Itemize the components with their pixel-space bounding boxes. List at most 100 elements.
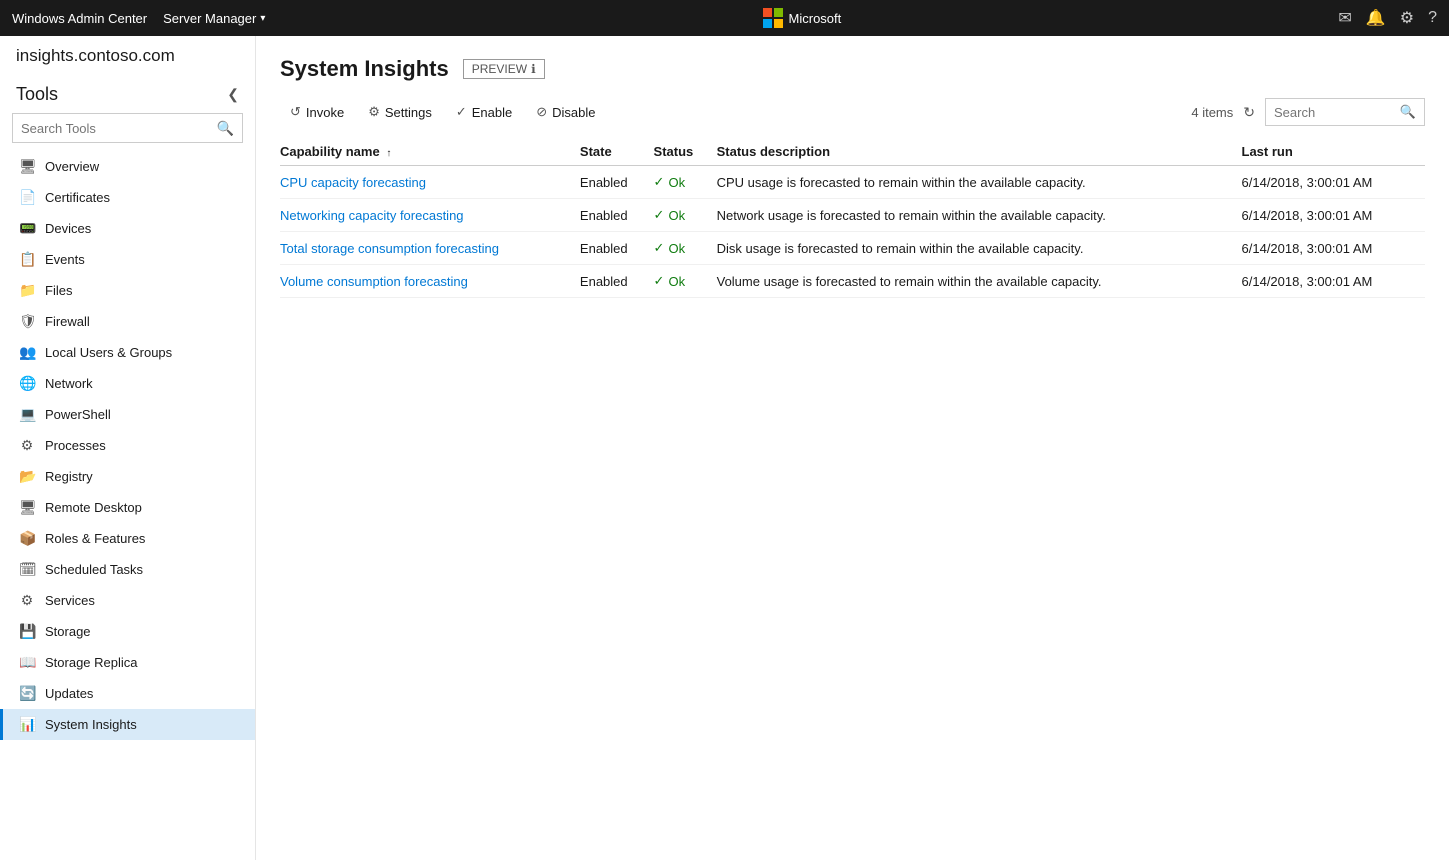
disable-button[interactable]: ⊘ Disable bbox=[526, 100, 605, 124]
sidebar: insights.contoso.com Tools ❮ 🔍 🖥Overview… bbox=[0, 36, 256, 860]
nav-icon-local-users: 👥 bbox=[19, 344, 35, 361]
sidebar-item-updates[interactable]: 🔄Updates bbox=[0, 678, 255, 709]
topbar-center: Microsoft bbox=[265, 8, 1338, 28]
server-manager-dropdown[interactable]: Server Manager ▾ bbox=[163, 11, 265, 26]
page-header: System Insights PREVIEW ℹ bbox=[280, 56, 1425, 82]
collapse-button[interactable]: ❮ bbox=[227, 86, 239, 103]
refresh-icon[interactable]: ↻ bbox=[1243, 104, 1255, 121]
cell-lastrun-0: 6/14/2018, 3:00:01 AM bbox=[1242, 166, 1425, 199]
topbar-right: ✉ 🔔 ⚙ ? bbox=[1338, 8, 1437, 28]
capability-link-0[interactable]: CPU capacity forecasting bbox=[280, 175, 426, 190]
cell-lastrun-3: 6/14/2018, 3:00:01 AM bbox=[1242, 265, 1425, 298]
nav-label-events: Events bbox=[45, 252, 85, 267]
cell-lastrun-1: 6/14/2018, 3:00:01 AM bbox=[1242, 199, 1425, 232]
sidebar-item-files[interactable]: 📁Files bbox=[0, 275, 255, 306]
check-icon-1: ✓ bbox=[654, 207, 665, 223]
search-tools-box[interactable]: 🔍 bbox=[12, 113, 243, 143]
nav-label-services: Services bbox=[45, 593, 95, 608]
cell-desc-0: CPU usage is forecasted to remain within… bbox=[717, 166, 1242, 199]
table-search-icon: 🔍 bbox=[1400, 104, 1416, 120]
sidebar-item-storage[interactable]: 💾Storage bbox=[0, 616, 255, 647]
col-last-run: Last run bbox=[1242, 138, 1425, 166]
capability-link-2[interactable]: Total storage consumption forecasting bbox=[280, 241, 499, 256]
sidebar-item-roles-features[interactable]: 📦Roles & Features bbox=[0, 523, 255, 554]
bell-icon[interactable]: 🔔 bbox=[1366, 8, 1386, 28]
invoke-button[interactable]: ↺ Invoke bbox=[280, 100, 354, 124]
gear-icon[interactable]: ⚙ bbox=[1400, 8, 1414, 28]
search-tools-icon: 🔍 bbox=[217, 120, 234, 137]
search-tools-input[interactable] bbox=[21, 121, 217, 136]
nav-label-local-users: Local Users & Groups bbox=[45, 345, 172, 360]
settings-button[interactable]: ⚙ Settings bbox=[358, 100, 442, 124]
nav-icon-scheduled-tasks: 🗓 bbox=[19, 561, 35, 578]
cell-state-3: Enabled bbox=[580, 265, 654, 298]
nav-list: 🖥Overview📄Certificates📟Devices📋Events📁Fi… bbox=[0, 151, 255, 740]
nav-icon-updates: 🔄 bbox=[19, 685, 35, 702]
content-area: System Insights PREVIEW ℹ ↺ Invoke ⚙ Set… bbox=[256, 36, 1449, 860]
brand-label: Windows Admin Center bbox=[12, 11, 147, 26]
cell-desc-3: Volume usage is forecasted to remain wit… bbox=[717, 265, 1242, 298]
invoke-icon: ↺ bbox=[290, 104, 301, 120]
sidebar-item-storage-replica[interactable]: 📖Storage Replica bbox=[0, 647, 255, 678]
sidebar-item-processes[interactable]: ⚙ Processes bbox=[0, 430, 255, 461]
sidebar-item-services[interactable]: ⚙ Services bbox=[0, 585, 255, 616]
mail-icon[interactable]: ✉ bbox=[1338, 8, 1351, 28]
nav-label-processes: Processes bbox=[45, 438, 106, 453]
nav-icon-processes: ⚙ bbox=[19, 437, 35, 454]
data-table: Capability name ↑ State Status Status de… bbox=[280, 138, 1425, 298]
sidebar-header: Tools ❮ bbox=[0, 70, 255, 113]
nav-label-powershell: PowerShell bbox=[45, 407, 111, 422]
sidebar-item-devices[interactable]: 📟Devices bbox=[0, 213, 255, 244]
toolbar: ↺ Invoke ⚙ Settings ✓ Enable ⊘ Disable 4… bbox=[280, 98, 1425, 126]
item-count: 4 items bbox=[1191, 105, 1233, 120]
sidebar-item-remote-desktop[interactable]: 🖥Remote Desktop bbox=[0, 492, 255, 523]
table-row: Total storage consumption forecasting En… bbox=[280, 232, 1425, 265]
preview-badge: PREVIEW ℹ bbox=[463, 59, 545, 79]
invoke-label: Invoke bbox=[306, 105, 344, 120]
tools-title: Tools bbox=[16, 84, 58, 105]
nav-icon-services: ⚙ bbox=[19, 592, 35, 609]
sidebar-item-certificates[interactable]: 📄Certificates bbox=[0, 182, 255, 213]
sidebar-item-firewall[interactable]: 🛡Firewall bbox=[0, 306, 255, 337]
sidebar-item-local-users[interactable]: 👥 Local Users & Groups bbox=[0, 337, 255, 368]
cell-capability-1: Networking capacity forecasting bbox=[280, 199, 580, 232]
col-status-desc: Status description bbox=[717, 138, 1242, 166]
table-search-input[interactable] bbox=[1274, 105, 1400, 120]
cell-status-2: ✓Ok bbox=[654, 232, 717, 265]
table-header: Capability name ↑ State Status Status de… bbox=[280, 138, 1425, 166]
nav-icon-powershell: 💻 bbox=[19, 406, 35, 423]
nav-icon-network: 🌐 bbox=[19, 375, 35, 392]
col-status: Status bbox=[654, 138, 717, 166]
enable-icon: ✓ bbox=[456, 104, 467, 120]
sidebar-item-overview[interactable]: 🖥Overview bbox=[0, 151, 255, 182]
disable-label: Disable bbox=[552, 105, 595, 120]
sort-arrow-capability[interactable]: ↑ bbox=[386, 148, 391, 159]
sidebar-item-scheduled-tasks[interactable]: 🗓Scheduled Tasks bbox=[0, 554, 255, 585]
help-icon[interactable]: ? bbox=[1428, 9, 1437, 27]
table-row: CPU capacity forecasting Enabled ✓Ok CPU… bbox=[280, 166, 1425, 199]
nav-label-storage: Storage bbox=[45, 624, 91, 639]
sidebar-item-network[interactable]: 🌐Network bbox=[0, 368, 255, 399]
capability-link-3[interactable]: Volume consumption forecasting bbox=[280, 274, 468, 289]
nav-label-system-insights: System Insights bbox=[45, 717, 137, 732]
microsoft-label: Microsoft bbox=[789, 11, 842, 26]
sidebar-item-registry[interactable]: 📂Registry bbox=[0, 461, 255, 492]
enable-label: Enable bbox=[472, 105, 512, 120]
cell-capability-3: Volume consumption forecasting bbox=[280, 265, 580, 298]
capability-link-1[interactable]: Networking capacity forecasting bbox=[280, 208, 464, 223]
cell-capability-2: Total storage consumption forecasting bbox=[280, 232, 580, 265]
nav-label-overview: Overview bbox=[45, 159, 99, 174]
table-search-box[interactable]: 🔍 bbox=[1265, 98, 1425, 126]
settings-icon: ⚙ bbox=[368, 104, 380, 120]
cell-capability-0: CPU capacity forecasting bbox=[280, 166, 580, 199]
enable-button[interactable]: ✓ Enable bbox=[446, 100, 522, 124]
sidebar-item-powershell[interactable]: 💻 PowerShell bbox=[0, 399, 255, 430]
nav-label-roles-features: Roles & Features bbox=[45, 531, 145, 546]
page-title: System Insights bbox=[280, 56, 449, 82]
cell-state-1: Enabled bbox=[580, 199, 654, 232]
nav-label-storage-replica: Storage Replica bbox=[45, 655, 138, 670]
table-row: Networking capacity forecasting Enabled … bbox=[280, 199, 1425, 232]
server-manager-label: Server Manager bbox=[163, 11, 256, 26]
sidebar-item-events[interactable]: 📋Events bbox=[0, 244, 255, 275]
sidebar-item-system-insights[interactable]: 📊System Insights bbox=[0, 709, 255, 740]
